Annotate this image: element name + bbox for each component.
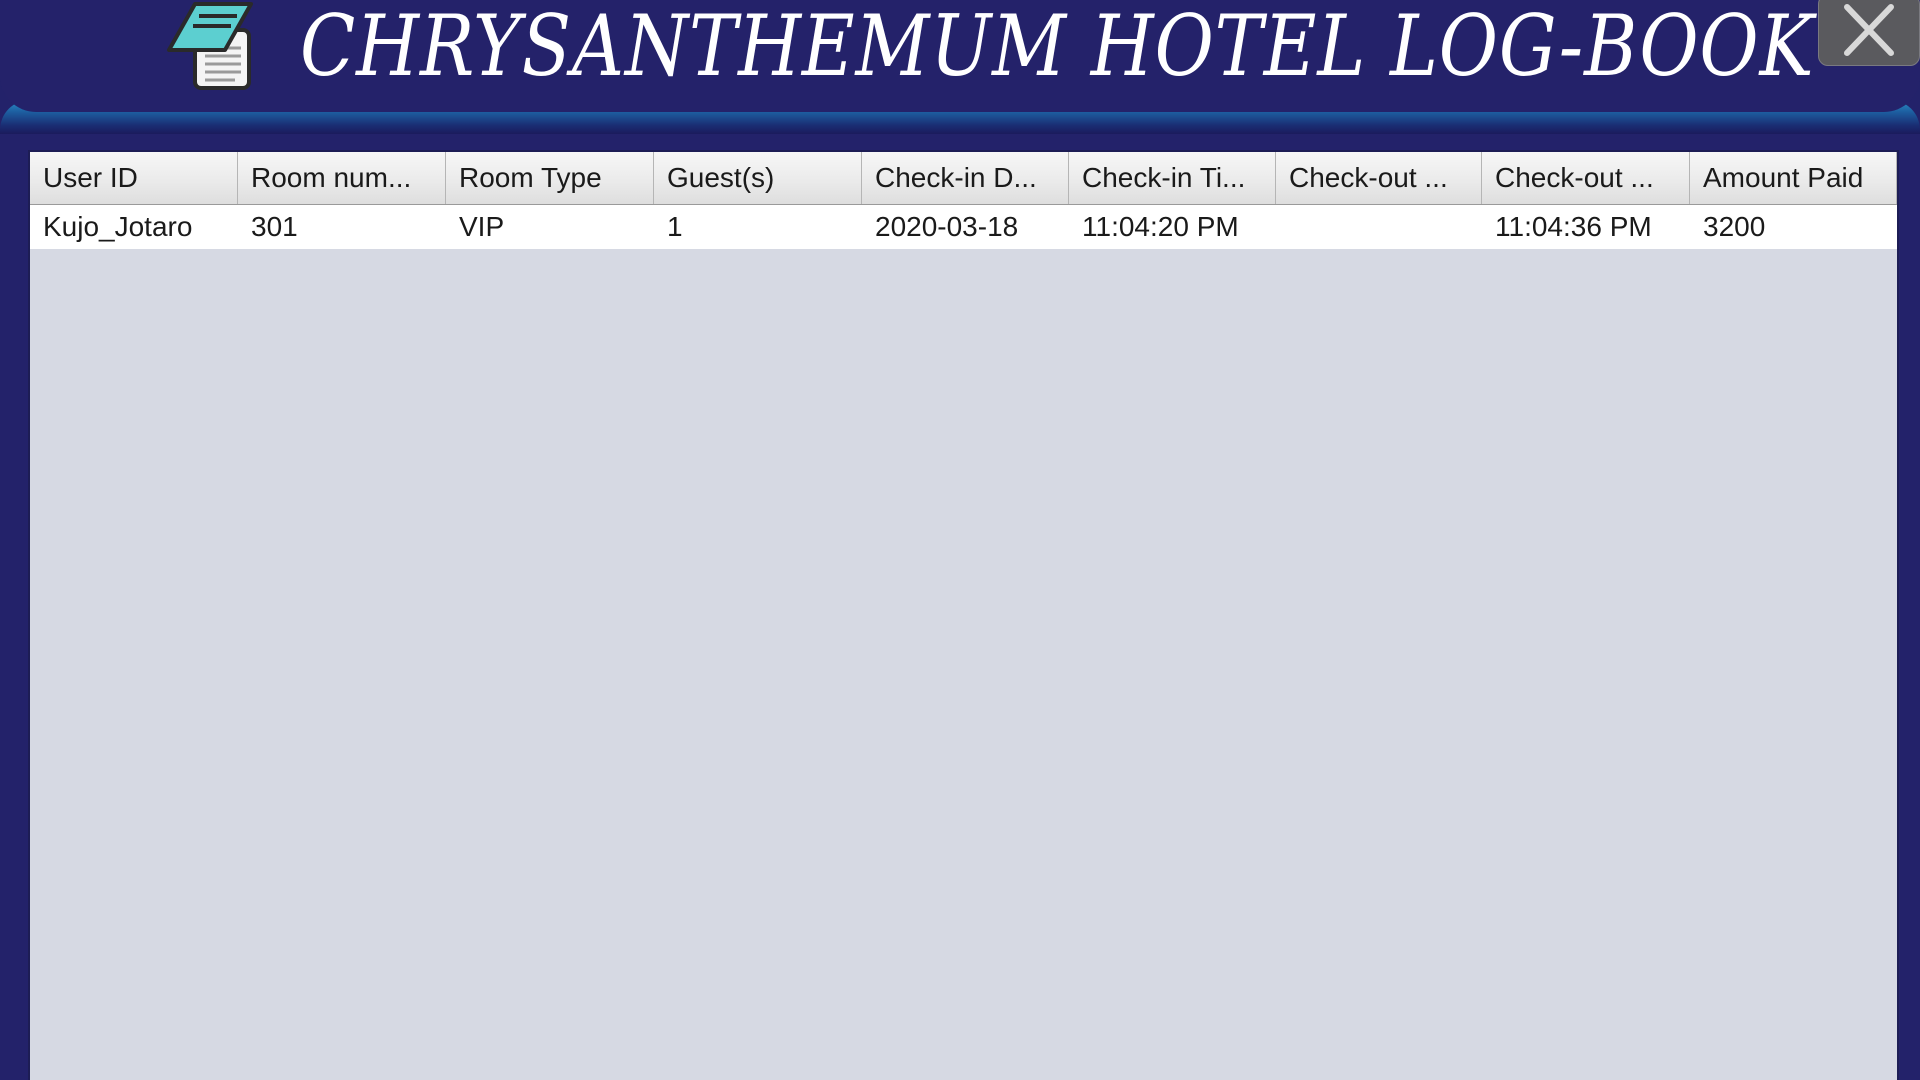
header-bar: CHRYSANTHEMUM HOTEL LOG-BOOK [0,0,1920,112]
log-table: User ID Room num... Room Type Guest(s) C… [28,150,1899,1080]
column-header-guests[interactable]: Guest(s) [654,152,862,204]
cell-user-id: Kujo_Jotaro [43,211,193,242]
cell-check-out-time: 11:04:36 PM [1495,211,1652,242]
column-header-check-in-time[interactable]: Check-in Ti... [1069,152,1276,204]
cell-room-type: VIP [459,211,505,242]
cell-check-in-time: 11:04:20 PM [1082,211,1239,242]
cell-guests: 1 [667,211,683,242]
cell-amount-paid: 3200 [1703,211,1766,242]
column-header-check-in-date[interactable]: Check-in D... [862,152,1069,204]
page-title: CHRYSANTHEMUM HOTEL LOG-BOOK [300,0,1815,95]
cell-check-out-date [1276,205,1482,249]
cell-room-number: 301 [251,211,298,242]
column-header-amount-paid[interactable]: Amount Paid [1690,152,1897,204]
column-header-check-out-time[interactable]: Check-out ... [1482,152,1690,204]
column-header-room-number[interactable]: Room num... [238,152,446,204]
table-header: User ID Room num... Room Type Guest(s) C… [30,152,1897,205]
close-button[interactable] [1818,0,1920,66]
table-row[interactable]: Kujo_Jotaro 301 VIP 1 2020-03-18 11:04:2… [30,205,1897,249]
cell-check-in-date: 2020-03-18 [875,211,1019,242]
notepad-icon [165,0,265,92]
log-book-window: CHRYSANTHEMUM HOTEL LOG-BOOK User ID Roo… [0,0,1920,1080]
column-header-room-type[interactable]: Room Type [446,152,654,204]
column-header-user-id[interactable]: User ID [30,152,238,204]
column-header-check-out-date[interactable]: Check-out ... [1276,152,1482,204]
